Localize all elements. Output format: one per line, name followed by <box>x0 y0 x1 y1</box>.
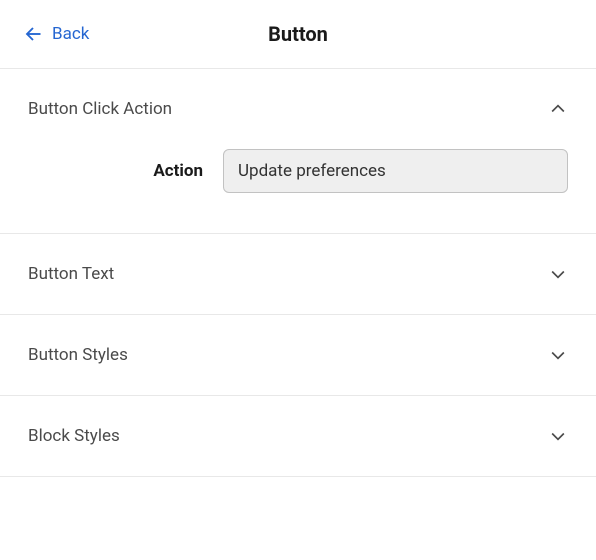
back-label: Back <box>52 24 89 44</box>
back-button[interactable]: Back <box>24 24 89 44</box>
section-header-button-text[interactable]: Button Text <box>0 234 596 314</box>
section-header-button-styles[interactable]: Button Styles <box>0 315 596 395</box>
section-header-block-styles[interactable]: Block Styles <box>0 396 596 476</box>
chevron-down-icon <box>548 264 568 284</box>
section-title: Button Click Action <box>28 99 172 119</box>
section-title: Button Styles <box>28 345 128 365</box>
action-select[interactable]: Update preferences <box>223 149 568 193</box>
section-button-click-action: Button Click Action Action Update prefer… <box>0 69 596 234</box>
chevron-down-icon <box>548 426 568 446</box>
section-button-text: Button Text <box>0 234 596 315</box>
section-header-click-action[interactable]: Button Click Action <box>0 69 596 149</box>
section-title: Button Text <box>28 264 114 284</box>
action-select-wrapper: Update preferences <box>223 149 568 193</box>
section-button-styles: Button Styles <box>0 315 596 396</box>
header: Back Button <box>0 0 596 69</box>
chevron-up-icon <box>548 99 568 119</box>
action-row: Action Update preferences <box>28 149 568 193</box>
action-label: Action <box>28 161 203 181</box>
page-title: Button <box>0 22 596 46</box>
section-block-styles: Block Styles <box>0 396 596 477</box>
chevron-down-icon <box>548 345 568 365</box>
section-body-click-action: Action Update preferences <box>0 149 596 233</box>
section-title: Block Styles <box>28 426 120 446</box>
arrow-left-icon <box>24 25 42 43</box>
